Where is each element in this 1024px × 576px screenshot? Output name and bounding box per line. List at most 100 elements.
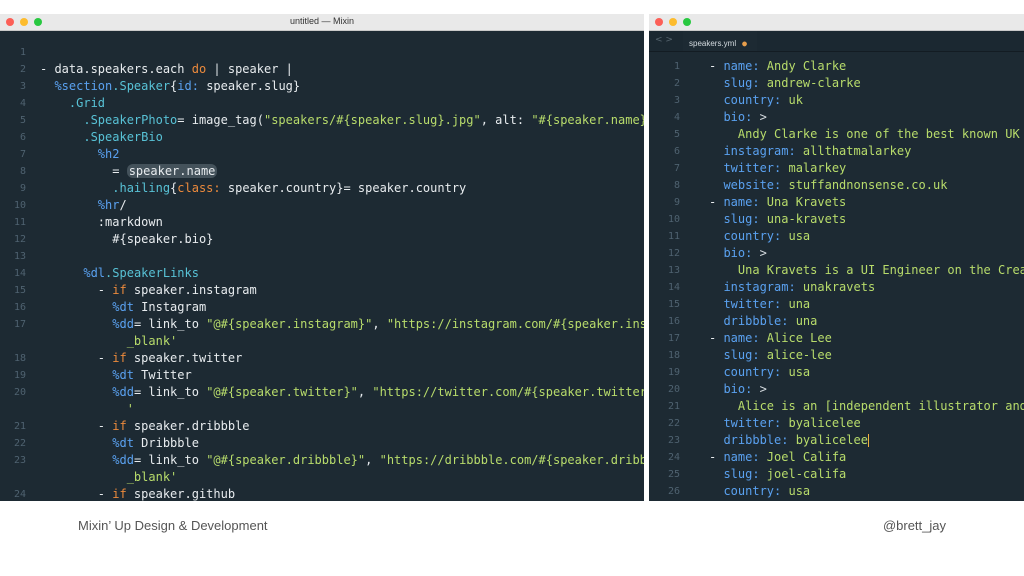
code-token: class: [177, 181, 221, 195]
code-text: country: usa [709, 364, 810, 381]
minimize-window-button[interactable] [669, 18, 677, 26]
code-token: > [752, 246, 767, 260]
code-token: usa [781, 365, 811, 379]
code-line: 3 country: uk [649, 92, 1024, 109]
code-token: country: [723, 484, 782, 498]
code-token: #{speaker.bio} [40, 232, 214, 246]
code-token: %dt [112, 436, 134, 450]
line-number: 14 [667, 282, 680, 293]
code-token: %section [54, 79, 113, 93]
code-token: Andy Clarke is one of the best known UK … [737, 127, 1024, 141]
code-line: ' [0, 401, 644, 418]
line-number: 4 [673, 112, 680, 123]
code-line: 10 slug: una-kravets [649, 211, 1024, 228]
code-token: "https://dribbble.com/#{speaker.dribb [379, 453, 644, 467]
close-window-button[interactable] [655, 18, 663, 26]
code-line: 18 slug: alice-lee [649, 347, 1024, 364]
line-number: 22 [667, 418, 680, 429]
code-text: .SpeakerPhoto= image_tag("speakers/#{spe… [40, 112, 644, 129]
code-text: ' [40, 401, 134, 418]
code-line: 12 #{speaker.bio} [0, 231, 644, 248]
code-token: una [788, 314, 818, 328]
code-text: slug: una-kravets [709, 211, 846, 228]
code-token: - [40, 487, 113, 501]
code-line: 8 = speaker.name [0, 163, 644, 180]
code-token: - [40, 283, 113, 297]
code-line: 16 dribbble: una [649, 313, 1024, 330]
haml-editor-window: untitled — Mixin 12- data.speakers.each … [0, 14, 644, 501]
code-token: alice-lee [759, 348, 832, 362]
line-number: 5 [673, 129, 680, 140]
line-number: 20 [667, 384, 680, 395]
line-number: 23 [13, 455, 26, 466]
code-token: slug: [723, 76, 760, 90]
code-token: instagram: [723, 144, 796, 158]
code-token: = link_to [133, 385, 207, 399]
code-text: %dd= link_to "@#{speaker.twitter}", "htt… [40, 384, 644, 401]
code-token: .SpeakerPhoto [83, 113, 178, 127]
code-text: = speaker.name [40, 163, 218, 180]
code-text: bio: > [709, 500, 767, 501]
code-text: %dt Twitter [40, 367, 191, 384]
code-text: - if speaker.dribbble [40, 418, 250, 435]
line-number: 1 [673, 61, 680, 72]
code-token: = image_tag( [177, 113, 264, 127]
code-token: if [112, 419, 127, 433]
code-text: %dt Dribbble [40, 435, 199, 452]
code-line: 4 .Grid [0, 95, 644, 112]
code-line: _blank' [0, 469, 644, 486]
code-token: .hailing [112, 181, 171, 195]
code-text: #{speaker.bio} [40, 231, 213, 248]
line-number: 4 [19, 98, 26, 109]
code-token: "https://instagram.com/#{speaker.ins [386, 317, 644, 331]
code-token: una [781, 297, 811, 311]
code-text: website: stuffandnonsense.co.uk [709, 177, 947, 194]
code-text: _blank' [40, 333, 178, 350]
code-token: Alice is an [independent illustrator and… [737, 399, 1024, 413]
code-token: Una Kravets is a UI Engineer on the Crea… [737, 263, 1024, 277]
zoom-window-button[interactable] [683, 18, 691, 26]
code-editor[interactable]: 1- name: Andy Clarke 2 slug: andrew-clark… [649, 58, 1024, 501]
code-token: slug: [723, 212, 760, 226]
code-token: %hr [97, 198, 120, 212]
code-text: twitter: una [709, 296, 810, 313]
line-number: 15 [13, 285, 26, 296]
code-editor[interactable]: 12- data.speakers.each do | speaker | 3 %… [0, 44, 644, 501]
line-number: 7 [673, 163, 680, 174]
code-text: twitter: byalicelee [709, 415, 860, 432]
code-token: - [40, 419, 113, 433]
unsaved-dot-icon: ● [742, 39, 747, 48]
line-number: 22 [13, 438, 26, 449]
line-number: 20 [13, 387, 26, 398]
code-text: - name: Andy Clarke [709, 58, 846, 75]
window-title: untitled — Mixin [289, 16, 355, 26]
code-text: - name: Una Kravets [709, 194, 846, 211]
tab-speakers-yml[interactable]: speakers.yml ● [683, 31, 757, 51]
code-line: 18 - if speaker.twitter [0, 350, 644, 367]
code-token: "@#{speaker.twitter}" [206, 385, 358, 399]
line-number: 2 [673, 78, 680, 89]
code-token: > [752, 110, 767, 124]
code-text: - name: Alice Lee [709, 330, 832, 347]
line-number: 17 [667, 333, 680, 344]
code-line: 12 bio: > [649, 245, 1024, 262]
nav-arrows-icon[interactable]: < > [655, 35, 673, 45]
line-number: 3 [19, 81, 26, 92]
code-text: Una Kravets is a UI Engineer on the Crea… [709, 262, 1024, 279]
code-token: instagram: [723, 280, 796, 294]
tab-bar: < > speakers.yml ● [649, 31, 1024, 52]
line-number: 21 [667, 401, 680, 412]
code-line: 4 bio: > [649, 109, 1024, 126]
code-line: 7 %h2 [0, 146, 644, 163]
